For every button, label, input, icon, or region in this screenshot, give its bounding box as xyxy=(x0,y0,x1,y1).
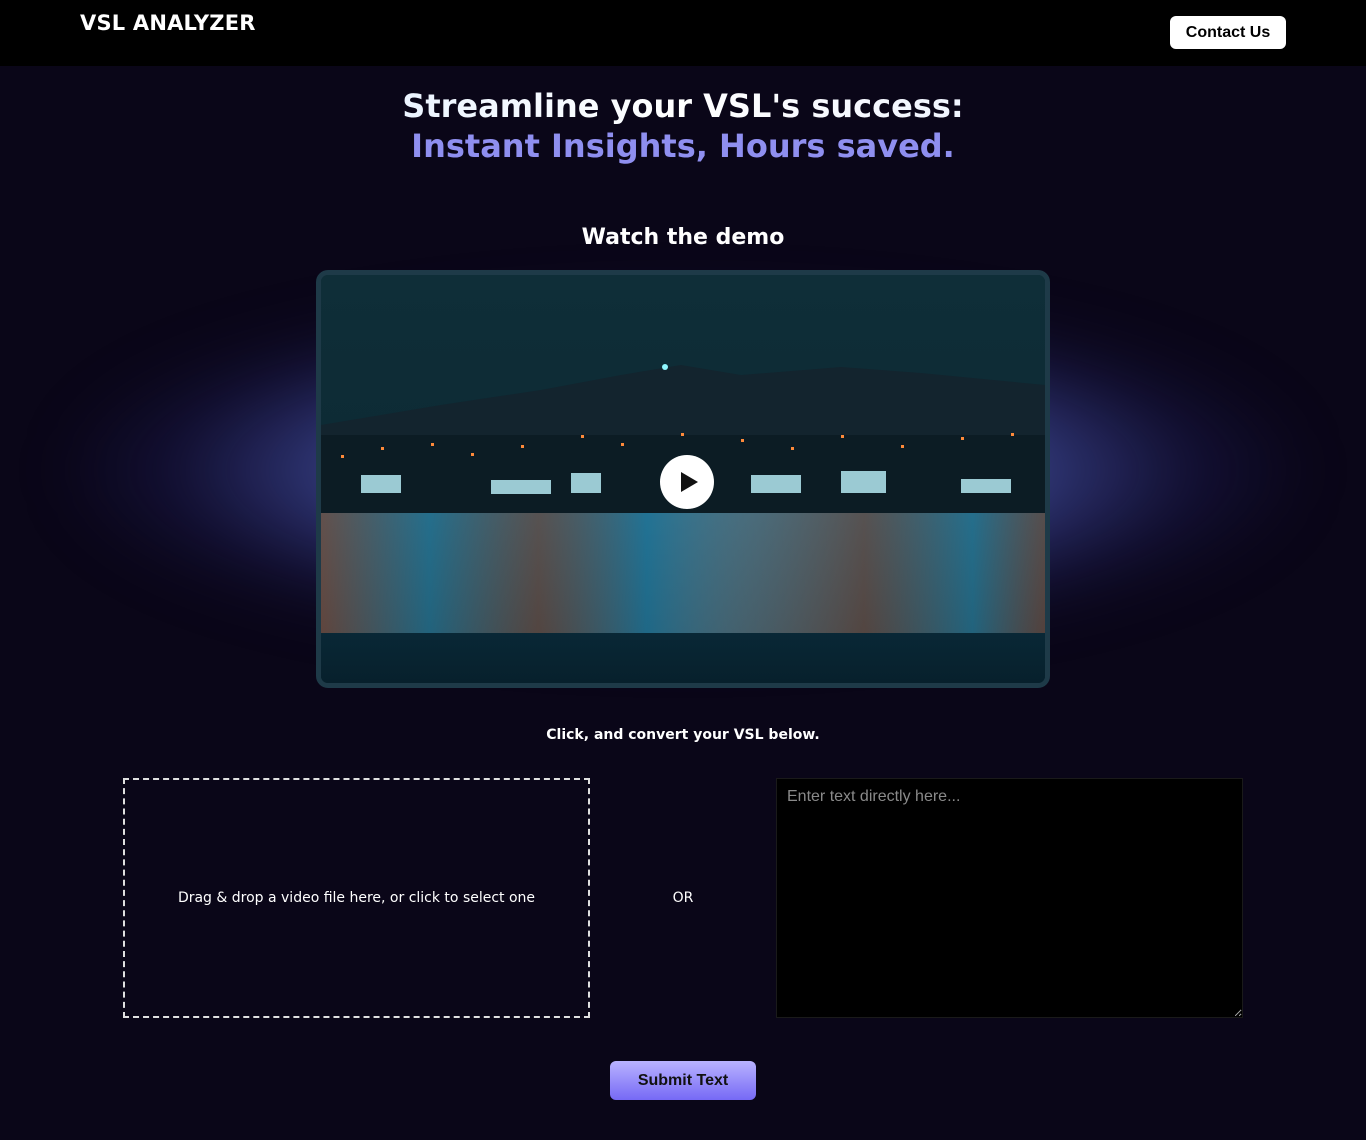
dropzone-text: Drag & drop a video file here, or click … xyxy=(177,890,536,906)
site-logo[interactable]: VSL ANALYZER xyxy=(80,11,256,35)
hero-headline: Streamline your VSL's success: Instant I… xyxy=(0,86,1366,166)
contact-us-button[interactable]: Contact Us xyxy=(1170,16,1286,49)
hero-line-1: Streamline your VSL's success: xyxy=(0,86,1366,126)
demo-video[interactable] xyxy=(316,270,1050,688)
submit-text-button[interactable]: Submit Text xyxy=(610,1061,756,1100)
demo-title: Watch the demo xyxy=(581,225,785,250)
or-separator: OR xyxy=(672,890,694,906)
video-dropzone[interactable]: Drag & drop a video file here, or click … xyxy=(123,778,590,1018)
convert-instruction: Click, and convert your VSL below. xyxy=(546,727,820,743)
play-icon xyxy=(681,472,698,492)
hero-line-2: Instant Insights, Hours saved. xyxy=(411,127,955,165)
top-navbar: VSL ANALYZER Contact Us xyxy=(0,0,1366,66)
play-button[interactable] xyxy=(660,455,714,509)
text-input[interactable] xyxy=(776,778,1243,1018)
